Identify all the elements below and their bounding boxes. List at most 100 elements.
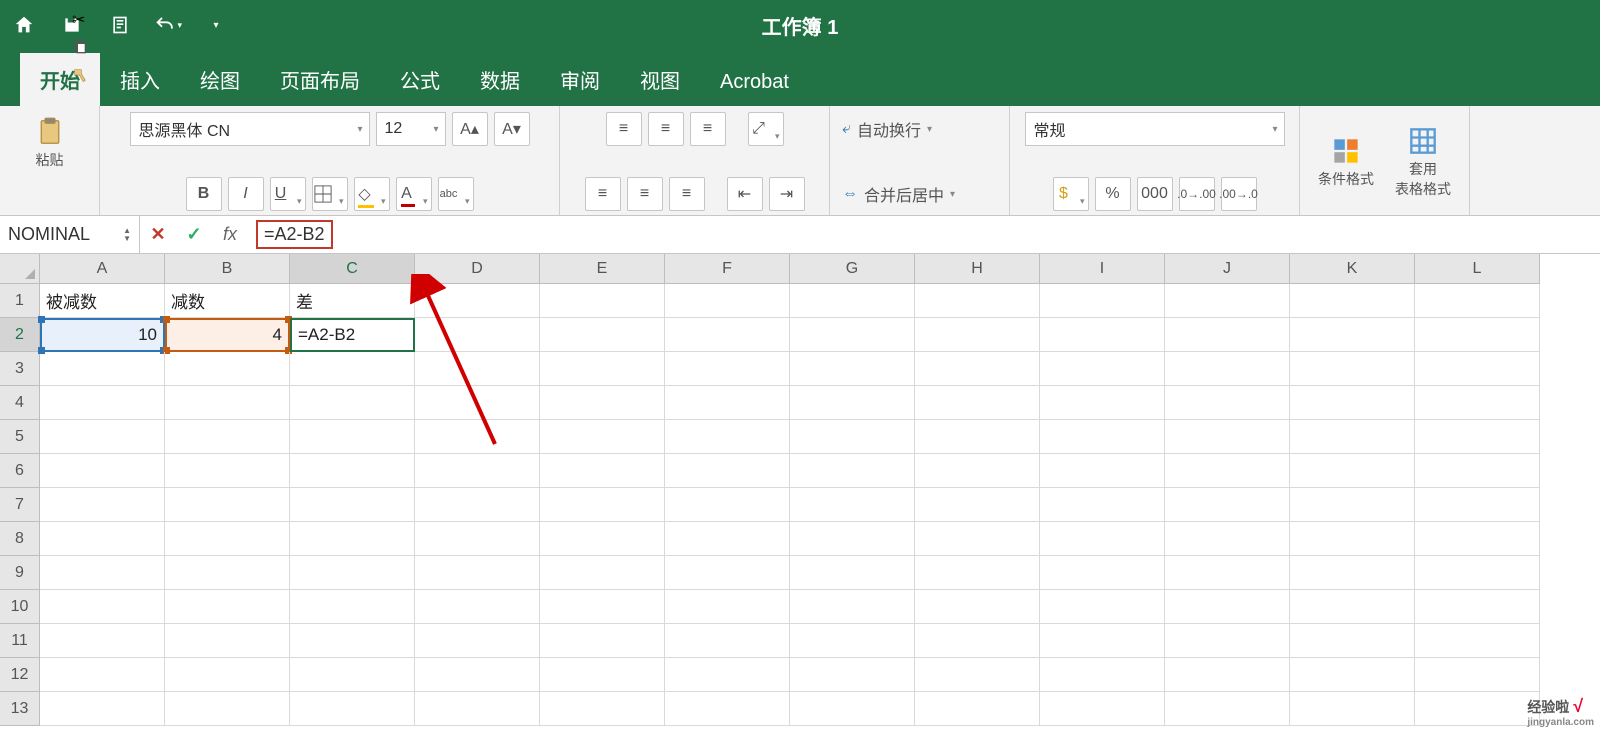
cell-I7[interactable] xyxy=(1040,488,1165,522)
cell-K9[interactable] xyxy=(1290,556,1415,590)
cell-C4[interactable] xyxy=(290,386,415,420)
cell-J6[interactable] xyxy=(1165,454,1290,488)
cell-C7[interactable] xyxy=(290,488,415,522)
cell-D9[interactable] xyxy=(415,556,540,590)
row-header-8[interactable]: 8 xyxy=(0,522,40,556)
cell-B13[interactable] xyxy=(165,692,290,726)
row-header-12[interactable]: 12 xyxy=(0,658,40,692)
cell-C10[interactable] xyxy=(290,590,415,624)
cell-F3[interactable] xyxy=(665,352,790,386)
select-all-corner[interactable] xyxy=(0,254,40,284)
cell-K5[interactable] xyxy=(1290,420,1415,454)
name-box[interactable]: NOMINAL ▲▼ xyxy=(0,216,140,253)
font-name-combo[interactable]: 思源黑体 CN xyxy=(130,112,370,146)
formula-input[interactable]: =A2-B2 xyxy=(248,216,1600,253)
cell-F4[interactable] xyxy=(665,386,790,420)
font-size-combo[interactable]: 12 xyxy=(376,112,446,146)
cell-H10[interactable] xyxy=(915,590,1040,624)
tab-draw[interactable]: 绘图 xyxy=(180,53,260,106)
wrap-text-button[interactable]: 自动换行 xyxy=(857,117,921,141)
cell-E10[interactable] xyxy=(540,590,665,624)
cell-C13[interactable] xyxy=(290,692,415,726)
copy-icon[interactable] xyxy=(72,38,88,59)
cell-B5[interactable] xyxy=(165,420,290,454)
cell-D3[interactable] xyxy=(415,352,540,386)
cell-K1[interactable] xyxy=(1290,284,1415,318)
cell-B6[interactable] xyxy=(165,454,290,488)
cell-I12[interactable] xyxy=(1040,658,1165,692)
format-as-table-button[interactable]: 套用 表格格式 xyxy=(1389,121,1457,203)
cell-D13[interactable] xyxy=(415,692,540,726)
cell-J12[interactable] xyxy=(1165,658,1290,692)
cell-A7[interactable] xyxy=(40,488,165,522)
cell-D4[interactable] xyxy=(415,386,540,420)
cell-D11[interactable] xyxy=(415,624,540,658)
cell-K6[interactable] xyxy=(1290,454,1415,488)
cell-L13[interactable] xyxy=(1415,692,1540,726)
cell-A12[interactable] xyxy=(40,658,165,692)
cell-D2[interactable] xyxy=(415,318,540,352)
cell-A4[interactable] xyxy=(40,386,165,420)
decrease-font-icon[interactable]: A▾ xyxy=(494,112,530,146)
cell-B2[interactable]: 4 xyxy=(165,318,290,352)
cell-D12[interactable] xyxy=(415,658,540,692)
cell-D10[interactable] xyxy=(415,590,540,624)
cell-A6[interactable] xyxy=(40,454,165,488)
cell-G4[interactable] xyxy=(790,386,915,420)
col-header-D[interactable]: D xyxy=(415,254,540,284)
percent-icon[interactable]: % xyxy=(1095,177,1131,211)
cell-G3[interactable] xyxy=(790,352,915,386)
cell-C1[interactable]: 差 xyxy=(290,284,415,318)
cell-E11[interactable] xyxy=(540,624,665,658)
col-header-F[interactable]: F xyxy=(665,254,790,284)
cell-A13[interactable] xyxy=(40,692,165,726)
align-right-icon[interactable]: ≡ xyxy=(669,177,705,211)
cell-L10[interactable] xyxy=(1415,590,1540,624)
cell-B10[interactable] xyxy=(165,590,290,624)
undo-icon[interactable]: ▾ xyxy=(154,11,182,39)
tab-data[interactable]: 数据 xyxy=(460,53,540,106)
col-header-J[interactable]: J xyxy=(1165,254,1290,284)
cell-G10[interactable] xyxy=(790,590,915,624)
cell-J10[interactable] xyxy=(1165,590,1290,624)
col-header-K[interactable]: K xyxy=(1290,254,1415,284)
row-header-10[interactable]: 10 xyxy=(0,590,40,624)
cell-B3[interactable] xyxy=(165,352,290,386)
cell-I6[interactable] xyxy=(1040,454,1165,488)
cell-G13[interactable] xyxy=(790,692,915,726)
cell-E6[interactable] xyxy=(540,454,665,488)
fill-color-button[interactable]: ◇ xyxy=(354,177,390,211)
align-bottom-icon[interactable]: ≡ xyxy=(690,112,726,146)
cell-C2[interactable]: =A2-B2 xyxy=(290,318,415,352)
cell-I3[interactable] xyxy=(1040,352,1165,386)
cell-I8[interactable] xyxy=(1040,522,1165,556)
cell-C11[interactable] xyxy=(290,624,415,658)
cell-F11[interactable] xyxy=(665,624,790,658)
row-header-5[interactable]: 5 xyxy=(0,420,40,454)
conditional-format-button[interactable]: 条件格式 xyxy=(1312,131,1380,193)
cell-G5[interactable] xyxy=(790,420,915,454)
cell-H13[interactable] xyxy=(915,692,1040,726)
cell-L7[interactable] xyxy=(1415,488,1540,522)
increase-font-icon[interactable]: A▴ xyxy=(452,112,488,146)
cell-B9[interactable] xyxy=(165,556,290,590)
cell-E5[interactable] xyxy=(540,420,665,454)
cell-A10[interactable] xyxy=(40,590,165,624)
cell-J4[interactable] xyxy=(1165,386,1290,420)
cell-F1[interactable] xyxy=(665,284,790,318)
row-header-1[interactable]: 1 xyxy=(0,284,40,318)
phonetic-button[interactable]: abc xyxy=(438,177,474,211)
align-center-icon[interactable]: ≡ xyxy=(627,177,663,211)
tab-insert[interactable]: 插入 xyxy=(100,53,180,106)
decrease-indent-icon[interactable]: ⇤ xyxy=(727,177,763,211)
cell-F2[interactable] xyxy=(665,318,790,352)
row-header-3[interactable]: 3 xyxy=(0,352,40,386)
paste-button[interactable]: 粘贴 xyxy=(28,112,72,174)
cell-G8[interactable] xyxy=(790,522,915,556)
cell-L12[interactable] xyxy=(1415,658,1540,692)
cell-G7[interactable] xyxy=(790,488,915,522)
format-painter-icon[interactable] xyxy=(72,67,88,88)
cell-F10[interactable] xyxy=(665,590,790,624)
col-header-B[interactable]: B xyxy=(165,254,290,284)
cell-A3[interactable] xyxy=(40,352,165,386)
